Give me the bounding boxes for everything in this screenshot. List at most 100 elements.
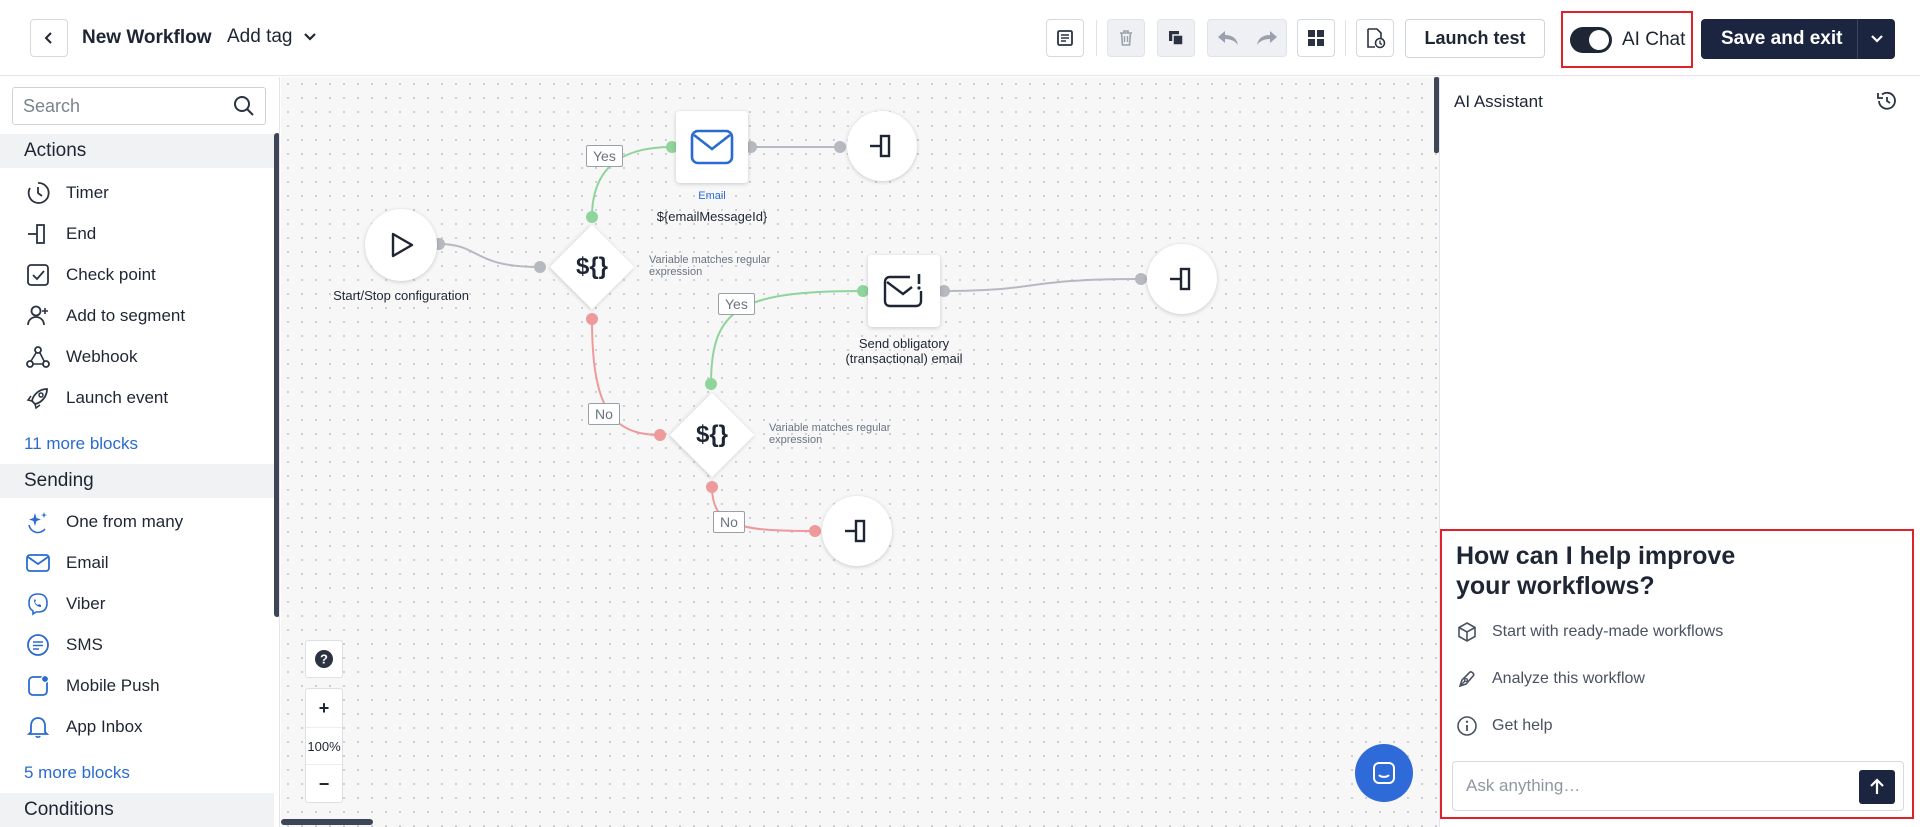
undo-redo-group	[1207, 19, 1287, 57]
block-label: Viber	[66, 594, 106, 613]
add-tag-dropdown[interactable]: Add tag	[227, 26, 317, 48]
blocks-sidebar: Search Actions Timer End Check point Add…	[0, 77, 280, 827]
block-check-point[interactable]: Check point	[24, 260, 156, 290]
ai-help-prompt-highlight: How can I help improve your workflows? S…	[1440, 529, 1914, 819]
clock-icon	[24, 179, 52, 207]
connectors-layer	[433, 141, 1147, 537]
email-alert-icon	[883, 274, 923, 308]
chevron-down-icon	[303, 33, 316, 41]
end-node-2[interactable]	[1147, 244, 1217, 314]
block-label: Timer	[66, 183, 109, 202]
launch-test-button[interactable]: Launch test	[1405, 19, 1545, 58]
save-and-exit-button[interactable]: Save and exit	[1701, 19, 1895, 59]
layout-button[interactable]	[1297, 19, 1335, 57]
send-button[interactable]	[1859, 770, 1895, 804]
note-icon	[1057, 30, 1073, 46]
block-label: Email	[66, 553, 109, 572]
zoom-controls: + 100% −	[305, 688, 343, 803]
back-button[interactable]	[30, 19, 68, 57]
send-obligatory-node[interactable]	[868, 255, 940, 327]
notes-button[interactable]	[1046, 19, 1084, 57]
end-node-3[interactable]	[822, 496, 892, 566]
end-icon	[1170, 267, 1191, 291]
more-actions-link[interactable]: 11 more blocks	[24, 434, 138, 454]
more-sending-link[interactable]: 5 more blocks	[24, 763, 130, 783]
canvas-vertical-scrollbar[interactable]	[1434, 77, 1439, 153]
block-label: App Inbox	[66, 717, 143, 736]
block-label: One from many	[66, 512, 184, 531]
zoom-in-button[interactable]: +	[306, 689, 342, 727]
variable-icon: ${}	[575, 253, 609, 280]
delete-button[interactable]	[1107, 19, 1145, 57]
support-chat-button[interactable]	[1355, 744, 1413, 802]
block-one-from-many[interactable]: One from many	[24, 507, 183, 537]
workflow-canvas[interactable]: Start/Stop configuration ${} Variable ma…	[281, 77, 1439, 827]
toolbar-divider	[1096, 20, 1097, 56]
chat-icon	[1373, 762, 1395, 784]
viber-icon	[24, 590, 52, 618]
save-options-dropdown[interactable]	[1857, 19, 1895, 59]
option-analyze-workflow[interactable]: Analyze this workflow	[1456, 668, 1645, 690]
add-tag-label: Add tag	[227, 26, 293, 47]
redo-icon[interactable]	[1255, 29, 1279, 47]
undo-icon[interactable]	[1216, 29, 1240, 47]
chevron-left-icon	[44, 32, 52, 44]
copy-icon	[1169, 31, 1184, 46]
block-email[interactable]: Email	[24, 548, 109, 578]
option-label: Get help	[1492, 717, 1553, 734]
workflow-title[interactable]: New Workflow	[82, 27, 212, 49]
start-node-label: Start/Stop configuration	[333, 288, 469, 303]
ai-chat-toggle[interactable]	[1570, 26, 1612, 53]
block-label: Launch event	[66, 388, 169, 407]
history-button[interactable]	[1875, 89, 1899, 118]
end-icon	[24, 220, 52, 248]
condition-node-2[interactable]: ${}	[668, 391, 756, 479]
block-viber[interactable]: Viber	[24, 589, 105, 619]
option-ready-made-workflows[interactable]: Start with ready-made workflows	[1456, 621, 1723, 643]
search-icon	[234, 96, 254, 116]
block-sms[interactable]: SMS	[24, 630, 103, 660]
copy-button[interactable]	[1157, 19, 1195, 57]
search-input[interactable]: Search	[12, 87, 266, 125]
mobile-push-icon	[24, 672, 52, 700]
section-conditions[interactable]: Conditions	[0, 793, 274, 827]
block-add-to-segment[interactable]: Add to segment	[24, 301, 185, 331]
block-end[interactable]: End	[24, 219, 96, 249]
cube-icon	[1458, 622, 1476, 642]
section-actions[interactable]: Actions	[0, 134, 274, 168]
info-icon	[1457, 716, 1477, 736]
checkbox-icon	[24, 261, 52, 289]
ask-input[interactable]: Ask anything…	[1452, 761, 1904, 811]
email-node[interactable]	[676, 111, 748, 183]
block-launch-event[interactable]: Launch event	[24, 383, 168, 413]
condition-node-1[interactable]: ${}	[548, 223, 636, 311]
email-node-label: ${emailMessageId}	[656, 209, 768, 224]
option-label: Start with ready-made workflows	[1492, 623, 1724, 640]
help-button[interactable]: ?	[305, 640, 343, 678]
pen-icon	[1458, 671, 1475, 688]
ask-placeholder: Ask anything…	[1466, 776, 1581, 795]
top-toolbar: New Workflow Add tag Launch test AI Chat…	[0, 0, 1920, 76]
zoom-out-button[interactable]: −	[306, 765, 342, 803]
block-timer[interactable]: Timer	[24, 178, 109, 208]
send-obligatory-label: Send obligatory (transactional) email	[845, 336, 963, 366]
section-sending[interactable]: Sending	[0, 464, 274, 498]
block-app-inbox[interactable]: App Inbox	[24, 712, 143, 742]
zoom-level: 100%	[306, 727, 342, 765]
webhook-icon	[24, 343, 52, 371]
option-get-help[interactable]: Get help	[1456, 715, 1552, 737]
block-label: Check point	[66, 265, 156, 284]
block-mobile-push[interactable]: Mobile Push	[24, 671, 160, 701]
start-node[interactable]	[365, 209, 437, 281]
svg-text:?: ?	[320, 652, 328, 667]
block-label: Webhook	[66, 347, 138, 366]
grid-icon	[1308, 30, 1324, 46]
yes-branch-tag: Yes	[718, 293, 755, 315]
end-node-1[interactable]	[847, 111, 917, 181]
block-webhook[interactable]: Webhook	[24, 342, 138, 372]
variable-icon: ${}	[695, 421, 729, 448]
canvas-horizontal-scrollbar[interactable]	[281, 819, 373, 825]
sms-icon	[24, 631, 52, 659]
sidebar-scrollbar[interactable]	[274, 133, 279, 617]
test-run-button[interactable]	[1356, 19, 1394, 57]
